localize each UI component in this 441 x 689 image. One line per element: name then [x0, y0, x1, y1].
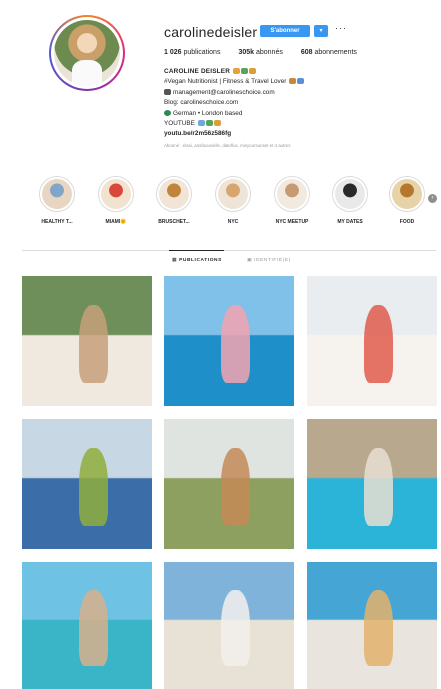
profile-username: carolinedeisler — [164, 24, 258, 40]
post-tile[interactable] — [164, 562, 294, 689]
emoji-icon — [205, 120, 213, 127]
highlight-cover — [277, 179, 307, 209]
profile-header: carolinedeisler S'abonner ▾ ··· 1 026 pu… — [0, 0, 441, 170]
post-tile[interactable] — [307, 419, 437, 549]
emoji-icon — [197, 120, 205, 127]
post-tile[interactable] — [164, 419, 294, 549]
post-subject — [364, 304, 393, 383]
stat-following[interactable]: 608 abonnements — [301, 49, 357, 56]
post-subject — [221, 304, 250, 383]
globe-icon — [164, 109, 171, 116]
post-subject — [364, 589, 393, 667]
profile-bio: CAROLINE DEISLER #Vegan Nutritionist | F… — [164, 67, 424, 149]
post-tile[interactable] — [307, 562, 437, 689]
emoji-icon — [241, 68, 249, 74]
follow-button[interactable]: S'abonner — [260, 25, 310, 37]
bio-line: German • London based — [164, 109, 424, 119]
post-tile[interactable] — [22, 276, 152, 406]
bio-line: YOUTUBE — [164, 119, 424, 129]
profile-stats: 1 026 publications 305k abonnés 608 abon… — [164, 49, 375, 56]
highlight-nyc-meetup[interactable]: NYC MEETUP — [270, 176, 314, 225]
tab-tagged[interactable]: ▣ IDENTIFIÉ(E) — [247, 258, 291, 263]
highlight-miami[interactable]: MIAMI🌞 — [94, 176, 138, 225]
post-tile[interactable] — [22, 562, 152, 689]
post-tile[interactable] — [22, 419, 152, 549]
active-tab-indicator — [169, 250, 224, 251]
chevron-right-icon[interactable]: › — [428, 194, 437, 203]
followed-by-note[interactable]: Abonné : elsai, arisfaouvielle, dateflux… — [164, 142, 424, 149]
post-subject — [221, 589, 250, 667]
highlight-cover — [42, 179, 72, 209]
avatar — [54, 20, 120, 86]
stat-followers[interactable]: 305k abonnés — [238, 49, 282, 56]
bio-line: management@carolineschoice.com — [164, 88, 424, 98]
follow-dropdown-button[interactable]: ▾ — [314, 25, 328, 37]
grid-icon: ▦ — [172, 258, 178, 263]
stat-posts: 1 026 publications — [164, 49, 221, 56]
highlight-cover — [159, 179, 189, 209]
highlight-cover — [392, 179, 422, 209]
highlight-cover — [101, 179, 131, 209]
highlight-bruschetta[interactable]: BRUSCHET... — [152, 176, 196, 225]
highlight-healthy[interactable]: HEALTHY T... — [35, 176, 79, 225]
bio-link[interactable]: youtu.be/r2m56z586fg — [164, 129, 424, 139]
emoji-icon — [213, 120, 221, 127]
tab-publications[interactable]: ▦ PUBLICATIONS — [172, 258, 222, 263]
emoji-icon — [249, 68, 257, 74]
post-subject — [364, 447, 393, 526]
highlight-cover — [218, 179, 248, 209]
post-subject — [79, 447, 108, 526]
emoji-icon — [297, 78, 305, 85]
emoji-icon — [233, 68, 241, 74]
highlight-food[interactable]: FOOD — [385, 176, 429, 225]
post-tile[interactable] — [307, 276, 437, 406]
story-highlights: HEALTHY T... MIAMI🌞 BRUSCHET... NYC NYC … — [30, 176, 440, 232]
emoji-icon — [289, 78, 297, 85]
bio-line: Blog: carolineschoice.com — [164, 99, 239, 107]
mail-icon — [164, 88, 171, 95]
post-subject — [79, 304, 108, 383]
more-options-button[interactable]: ··· — [335, 23, 347, 33]
highlight-nyc[interactable]: NYC — [211, 176, 255, 225]
highlight-my-dates[interactable]: MY DATES — [328, 176, 372, 225]
profile-avatar-ring[interactable] — [49, 15, 125, 91]
bio-name: CAROLINE DEISLER — [164, 67, 424, 77]
post-subject — [79, 589, 108, 667]
profile-tabs: ▦ PUBLICATIONS ▣ IDENTIFIÉ(E) — [22, 250, 436, 271]
highlight-cover — [335, 179, 365, 209]
bio-line: #Vegan Nutritionist | Fitness & Travel L… — [164, 77, 424, 87]
tag-icon: ▣ — [247, 258, 253, 263]
post-subject — [221, 447, 250, 526]
post-tile[interactable] — [164, 276, 294, 406]
